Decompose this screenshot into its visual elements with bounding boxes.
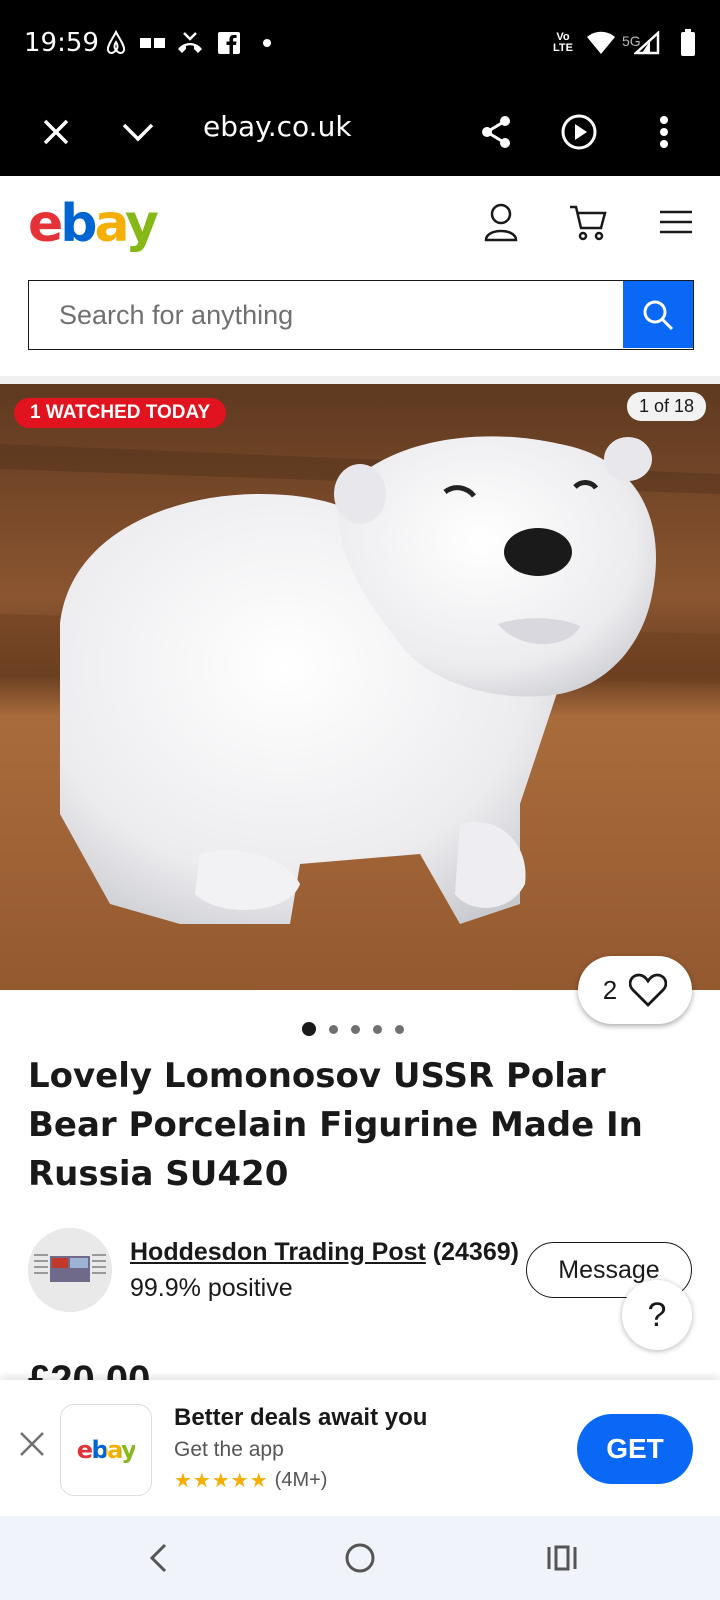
seller-avatar[interactable] — [28, 1228, 112, 1312]
image-pagination — [302, 1022, 404, 1036]
play-icon — [561, 114, 597, 150]
polar-bear-figurine-image — [0, 384, 720, 990]
signal-icon — [634, 28, 660, 58]
search-button[interactable] — [623, 281, 693, 348]
watch-count: 2 — [602, 974, 618, 1005]
home-button[interactable] — [338, 1536, 382, 1580]
recents-button[interactable] — [540, 1536, 584, 1580]
close-tab-button[interactable] — [30, 106, 82, 158]
watched-today-badge: 1 WATCHED TODAY — [14, 398, 227, 428]
image-counter: 1 of 18 — [626, 392, 706, 421]
close-icon — [20, 1432, 44, 1456]
pagination-dot[interactable] — [351, 1024, 360, 1034]
more-icon — [660, 116, 668, 148]
minimize-button[interactable] — [112, 106, 164, 158]
logo-letter-y: y — [125, 194, 159, 254]
status-bar: 19:59 Vo LTE 5G — [0, 0, 720, 88]
search-bar: Search for anything — [28, 280, 694, 350]
menu-icon — [660, 210, 692, 234]
app-rating: ★★★★★ (4M+) — [174, 1468, 327, 1493]
airbnb-icon — [104, 28, 128, 58]
heart-icon — [629, 973, 668, 1007]
browser-toolbar: ebay.co.uk — [0, 88, 720, 176]
app-logo-text: ebay — [76, 1436, 137, 1464]
battery-icon — [680, 28, 696, 58]
cart-button[interactable] — [566, 200, 610, 244]
app-install-banner: ebay Better deals await you Get the app … — [0, 1380, 720, 1516]
chevron-down-icon — [122, 123, 154, 142]
seller-feedback-count: (24369) — [432, 1238, 519, 1266]
pagination-dot[interactable] — [373, 1024, 382, 1034]
seller-name-line: Hoddesdon Trading Post (24369) — [130, 1238, 519, 1267]
price: £20.00 — [28, 1358, 151, 1380]
share-icon — [482, 116, 510, 148]
dot-icon — [262, 28, 272, 58]
help-button[interactable]: ? — [622, 1280, 692, 1350]
missed-call-icon — [176, 28, 204, 58]
section-divider — [0, 376, 720, 384]
recents-icon — [547, 1545, 577, 1571]
pagination-dot-active[interactable] — [302, 1022, 316, 1036]
back-button[interactable] — [136, 1536, 180, 1580]
seller-logo-image — [28, 1228, 112, 1312]
volte-label: Vo LTE — [553, 31, 573, 54]
site-header: ebay Search for anything — [0, 176, 720, 376]
search-icon — [643, 300, 674, 330]
system-nav-bar — [0, 1516, 720, 1600]
logo-letter-a: a — [94, 194, 128, 254]
close-icon — [43, 119, 69, 145]
notification-icon — [140, 28, 166, 58]
pagination-dot[interactable] — [395, 1024, 404, 1034]
get-app-button[interactable]: GET — [577, 1414, 693, 1484]
banner-heading: Better deals await you — [174, 1404, 428, 1431]
product-image[interactable]: 1 WATCHED TODAY 1 of 18 — [0, 384, 720, 990]
star-rating-icon: ★★★★★ — [174, 1470, 269, 1492]
seller-positive-feedback: 99.9% positive — [130, 1274, 293, 1302]
rating-count: (4M+) — [274, 1469, 328, 1491]
play-button[interactable] — [553, 106, 605, 158]
volte-icon: Vo LTE — [550, 28, 576, 58]
cart-icon — [570, 205, 607, 241]
ebay-app-icon: ebay — [60, 1404, 152, 1496]
watch-button[interactable]: 2 — [578, 956, 692, 1024]
home-icon — [345, 1543, 375, 1573]
share-button[interactable] — [470, 106, 522, 158]
screen: 19:59 Vo LTE 5G ebay.co.uk ebay Search f… — [0, 0, 720, 1600]
logo-letter-e: e — [28, 194, 63, 254]
banner-close-button[interactable] — [14, 1426, 50, 1462]
url-bar[interactable]: ebay.co.uk — [203, 110, 352, 143]
listing-title: Lovely Lomonosov USSR Polar Bear Porcela… — [28, 1056, 643, 1194]
seller-name-link[interactable]: Hoddesdon Trading Post — [130, 1238, 426, 1266]
menu-button[interactable] — [654, 200, 698, 244]
logo-letter-b: b — [60, 194, 97, 254]
facebook-icon — [218, 28, 240, 58]
wifi-icon — [586, 28, 616, 58]
overflow-menu-button[interactable] — [638, 106, 690, 158]
back-icon — [149, 1543, 167, 1573]
account-button[interactable] — [479, 200, 523, 244]
status-time: 19:59 — [24, 28, 99, 58]
ebay-logo[interactable]: ebay — [28, 194, 159, 254]
account-icon — [484, 203, 518, 242]
pagination-dot[interactable] — [329, 1024, 338, 1034]
banner-subheading: Get the app — [174, 1438, 284, 1461]
search-input[interactable]: Search for anything — [29, 281, 623, 349]
